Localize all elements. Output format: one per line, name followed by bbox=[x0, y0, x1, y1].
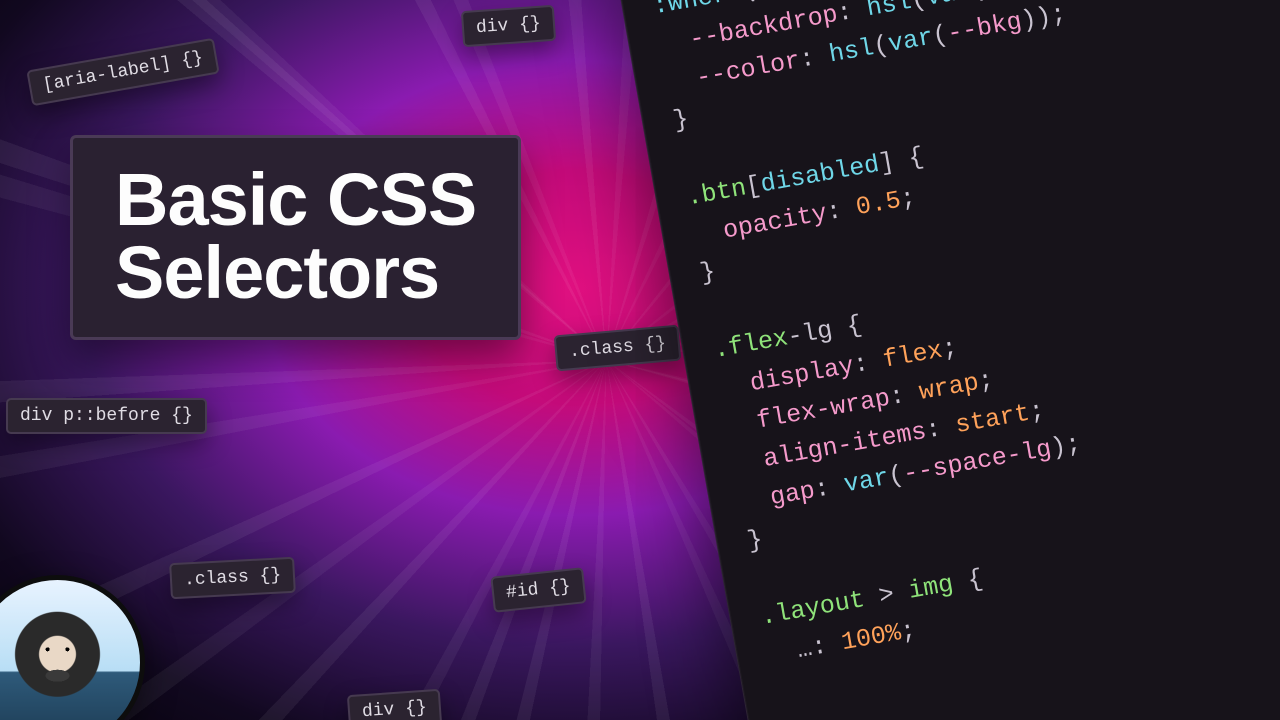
selector-chip: div {} bbox=[461, 5, 556, 47]
title-heading: Basic CSS Selectors bbox=[115, 164, 476, 309]
title-line-2: Selectors bbox=[115, 231, 439, 314]
selector-chip: .class {} bbox=[169, 557, 296, 600]
title-card: Basic CSS Selectors bbox=[70, 135, 521, 340]
selector-chip: div {} bbox=[347, 689, 442, 720]
selector-chip: div p::before {} bbox=[6, 398, 207, 434]
title-line-1: Basic CSS bbox=[115, 158, 476, 241]
